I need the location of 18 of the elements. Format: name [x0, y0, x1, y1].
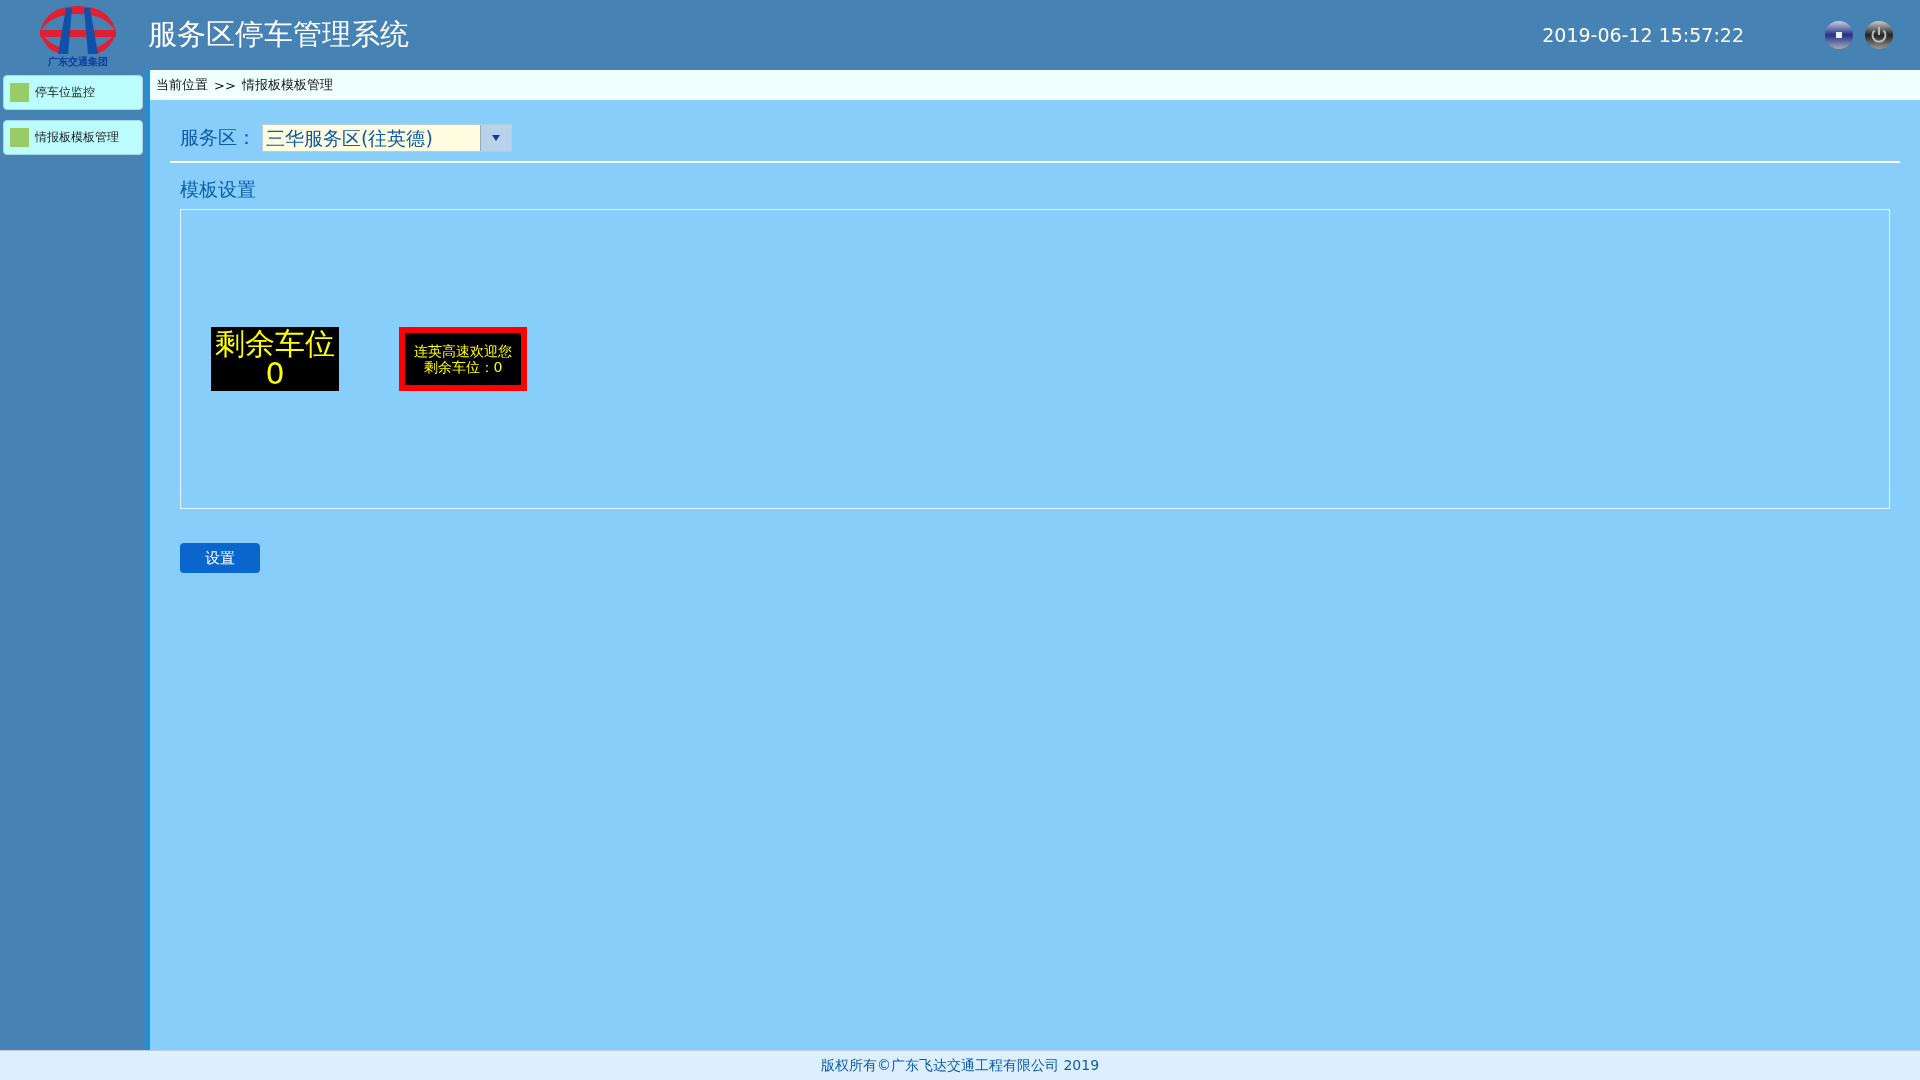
breadcrumb-current: 情报板模板管理	[241, 76, 333, 94]
app-title: 服务区停车管理系统	[148, 16, 409, 53]
set-button[interactable]: 设置	[180, 543, 260, 573]
power-icon[interactable]	[1864, 20, 1894, 50]
breadcrumb-label: 当前位置	[156, 76, 208, 94]
breadcrumb-separator: >>	[214, 77, 236, 93]
datetime: 2019-06-12 15:57:22	[1542, 24, 1744, 46]
logo-text: 广东交通集团	[48, 55, 108, 67]
copyright-text: 版权所有©广东飞达交通工程有限公司 2019	[820, 1056, 1100, 1075]
sign-template[interactable]: 剩余车位 0	[211, 327, 339, 391]
stop-icon[interactable]	[1824, 20, 1854, 50]
sidebar-item[interactable]: 情报板模板管理	[3, 120, 143, 155]
dropdown-arrow-icon	[492, 135, 500, 141]
sidebar-item[interactable]: 停车位监控	[3, 75, 143, 110]
sign-template[interactable]: 连英高速欢迎您 剩余车位：0	[399, 327, 527, 391]
section-title: 模板设置	[180, 177, 257, 202]
service-area-label: 服务区：	[180, 125, 256, 150]
service-area-select[interactable]: 三华服务区(往英德)	[262, 124, 512, 152]
